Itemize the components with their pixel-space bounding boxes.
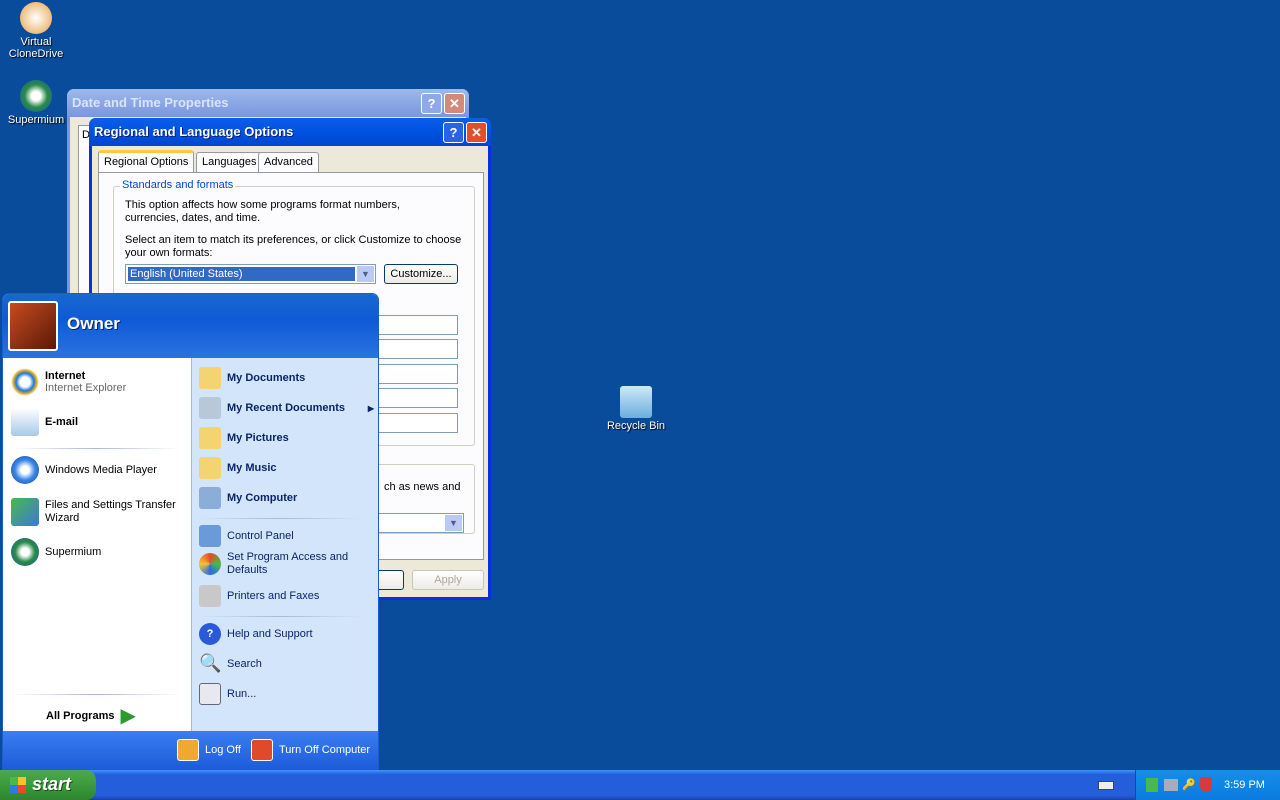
tab-languages[interactable]: Languages [196,152,263,172]
menu-item-control-panel[interactable]: Control Panel [199,525,294,547]
recycle-bin-icon [620,386,652,418]
close-button[interactable]: ✕ [466,122,487,143]
start-menu-footer: Log Off Turn Off Computer [3,731,378,769]
tab-advanced[interactable]: Advanced [258,152,319,172]
sheep-icon [20,2,52,34]
supermium-icon [20,80,52,112]
keyboard-icon[interactable] [1098,781,1114,790]
menu-item-my-music[interactable]: My Music [199,457,277,479]
title-bar[interactable]: Date and Time Properties [67,89,469,117]
menu-item-set-program-access[interactable]: Set Program Access and Defaults [199,551,369,577]
menu-item-help-support[interactable]: ? Help and Support [199,623,313,645]
network-icon[interactable] [1164,779,1178,791]
arrow-right-icon: ▶ [367,403,374,413]
security-shield-icon[interactable] [1200,777,1212,792]
printer-icon [199,585,221,607]
menu-item-supermium[interactable]: Supermium [11,538,101,566]
menu-item-windows-media-player[interactable]: Windows Media Player [11,456,157,484]
desktop-icon-virtual-clonedrive[interactable]: Virtual CloneDrive [0,2,74,60]
media-player-icon [11,456,39,484]
email-icon [11,408,39,436]
computer-icon [199,487,221,509]
turn-off-computer-button[interactable]: Turn Off Computer [251,739,370,761]
power-icon [251,739,273,761]
format-select[interactable]: English (United States) ▼ [125,264,376,284]
folder-music-icon [199,457,221,479]
internet-explorer-icon [11,368,39,396]
log-off-button[interactable]: Log Off [177,739,241,761]
chevron-down-icon[interactable]: ▼ [445,515,462,531]
help-button[interactable]: ? [443,122,464,143]
key-tray-icon[interactable]: 🔑 [1182,778,1196,791]
menu-item-files-settings-transfer[interactable]: Files and Settings Transfer Wizard [11,498,186,526]
menu-item-run[interactable]: Run... [199,683,256,705]
desktop-icon-recycle-bin[interactable]: Recycle Bin [598,386,674,432]
folder-pictures-icon [199,427,221,449]
title-bar[interactable]: Regional and Language Options [89,118,491,146]
help-icon: ? [199,623,221,645]
safely-remove-icon[interactable] [1146,778,1158,792]
menu-item-printers-faxes[interactable]: Printers and Faxes [199,585,319,607]
clock[interactable]: 3:59 PM [1224,779,1265,791]
taskbar: start 🔑 3:59 PM [0,770,1280,800]
start-menu-header: Owner [3,294,378,358]
menu-item-internet[interactable]: Internet Internet Explorer [11,368,126,396]
menu-item-my-pictures[interactable]: My Pictures [199,427,289,449]
chevron-down-icon[interactable]: ▼ [357,266,374,282]
system-places: My Documents My Recent Documents ▶ My Pic… [191,358,378,731]
customize-button[interactable]: Customize... [384,264,458,284]
search-icon: 🔍 [199,653,222,673]
windows-logo-icon [10,777,26,793]
control-panel-icon [199,525,221,547]
menu-item-my-computer[interactable]: My Computer [199,487,297,509]
tab-regional-options[interactable]: Regional Options [98,150,195,172]
user-avatar[interactable] [8,301,58,351]
menu-item-my-recent-documents[interactable]: My Recent Documents ▶ [199,397,374,419]
run-icon [199,683,221,705]
key-icon [177,739,199,761]
pinned-programs: Internet Internet Explorer E-mail Windows… [3,358,191,731]
system-tray: 🔑 3:59 PM [1135,770,1280,800]
help-button[interactable]: ? [421,93,442,114]
all-programs-button[interactable]: All Programs ▶ [46,703,136,728]
menu-item-search[interactable]: 🔍 Search [199,653,262,675]
program-access-icon [199,553,221,575]
close-button[interactable]: ✕ [444,93,465,114]
transfer-wizard-icon [11,498,39,526]
arrow-right-icon: ▶ [120,705,136,727]
folder-icon [199,367,221,389]
supermium-icon [11,538,39,566]
start-menu: Owner Internet Internet Explorer E-mail W… [2,293,379,770]
menu-item-my-documents[interactable]: My Documents [199,367,305,389]
start-button[interactable]: start [0,770,96,800]
menu-item-email[interactable]: E-mail [11,408,78,436]
apply-button[interactable]: Apply [412,570,484,590]
desktop-icon-supermium[interactable]: Supermium [0,80,74,126]
recent-documents-icon [199,397,221,419]
